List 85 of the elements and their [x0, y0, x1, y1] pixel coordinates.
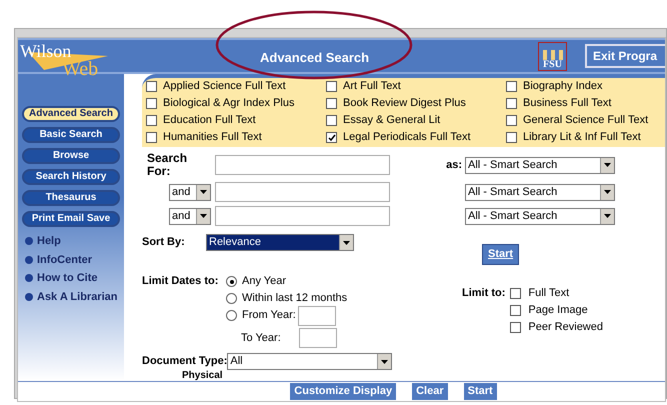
sidebar-link[interactable]: Help — [37, 233, 61, 250]
footer-button[interactable]: Customize Display — [290, 383, 396, 400]
database-label: Business Full Text — [523, 96, 612, 112]
caret-icon — [600, 158, 614, 172]
radio-button[interactable] — [226, 276, 237, 287]
database-label: Biography Index — [523, 79, 602, 94]
footer-button[interactable]: Clear — [412, 383, 448, 400]
document-type-label: Document Type: — [142, 354, 228, 370]
sidebar-button[interactable]: Search History — [22, 169, 120, 185]
checkbox[interactable] — [510, 288, 522, 299]
footer-button[interactable]: Start — [464, 383, 497, 400]
checkbox[interactable] — [146, 115, 157, 126]
checkbox[interactable] — [326, 98, 337, 109]
database-label: Art Full Text — [343, 79, 401, 94]
checkbox[interactable] — [510, 322, 522, 333]
limit-option-label: Page Image — [528, 303, 588, 318]
checkbox[interactable] — [326, 115, 337, 126]
database-label: Education Full Text — [163, 113, 256, 128]
checkbox[interactable] — [146, 81, 157, 92]
database-label: General Science Full Text — [523, 113, 648, 128]
dropdown[interactable]: and — [169, 184, 211, 200]
sidebar-link[interactable]: InfoCenter — [37, 252, 92, 268]
text-field[interactable] — [215, 182, 390, 202]
caret-icon — [339, 235, 353, 250]
sidebar-button[interactable]: Advanced Search — [22, 106, 120, 122]
fsu-badge: FSU — [538, 42, 567, 70]
exit-program-button[interactable]: Exit Progra — [585, 44, 665, 68]
checkmark-icon — [328, 134, 336, 142]
radio-label: Within last 12 months — [242, 291, 348, 306]
radio-label: From Year: — [242, 308, 296, 324]
limit-option-label: Peer Reviewed — [528, 320, 603, 336]
database-label: Essay & General Lit — [343, 113, 440, 128]
sidebar-link[interactable]: Ask A Librarian — [37, 288, 118, 305]
database-label: Applied Science Full Text — [163, 79, 286, 94]
sidebar-link[interactable]: How to Cite — [37, 270, 98, 286]
database-label: Humanities Full Text — [163, 130, 262, 146]
radio-button[interactable] — [226, 293, 237, 304]
text-field[interactable] — [215, 206, 390, 226]
checkbox[interactable] — [146, 98, 157, 109]
text-field[interactable] — [299, 328, 337, 348]
dropdown[interactable]: All - Smart Search — [465, 156, 615, 174]
sidebar-button[interactable]: Thesaurus — [22, 190, 120, 206]
caret-icon — [377, 354, 392, 369]
caret-icon — [196, 208, 210, 224]
physical-label: Physical — [181, 370, 224, 381]
checkbox[interactable] — [506, 98, 517, 109]
limit-to-label: Limit to: — [462, 286, 506, 301]
sort-by-label: Sort By: — [142, 235, 186, 250]
dropdown[interactable]: All — [227, 353, 392, 370]
database-label: Biological & Agr Index Plus — [163, 96, 294, 112]
database-label: Legal Periodicals Full Text — [343, 130, 471, 146]
to-year-label: To Year: — [241, 330, 282, 346]
sidebar-button[interactable]: Basic Search — [22, 127, 120, 143]
checkbox[interactable] — [146, 132, 157, 143]
start-button[interactable]: Start — [482, 244, 520, 265]
checkbox[interactable] — [506, 115, 517, 126]
database-label: Library Lit & Inf Full Text — [523, 130, 641, 146]
checkbox[interactable] — [326, 132, 337, 143]
checkbox[interactable] — [326, 81, 337, 92]
bullet-icon — [25, 292, 33, 301]
checkbox[interactable] — [506, 132, 517, 143]
checkbox[interactable] — [506, 81, 517, 92]
dropdown[interactable]: All - Smart Search — [465, 208, 615, 224]
sidebar-button[interactable]: Browse — [22, 148, 120, 164]
caret-icon — [196, 184, 210, 200]
text-field[interactable] — [298, 306, 336, 326]
sidebar-button[interactable]: Print Email Save — [22, 211, 120, 227]
window-title: Advanced Search — [260, 49, 370, 67]
database-label: Book Review Digest Plus — [343, 96, 466, 112]
caret-icon — [600, 208, 614, 224]
text-field[interactable] — [215, 155, 390, 175]
limit-dates-label: Limit Dates to: — [142, 275, 218, 288]
bullet-icon — [25, 237, 33, 246]
search-for-label: Search For: — [147, 152, 188, 178]
radio-label: Any Year — [242, 274, 286, 290]
as-label: as: — [446, 158, 462, 173]
dropdown[interactable]: Relevance — [206, 234, 354, 251]
caret-icon — [600, 184, 614, 200]
radio-button[interactable] — [226, 310, 237, 321]
bullet-icon — [25, 274, 33, 282]
checkbox[interactable] — [510, 305, 522, 316]
dropdown[interactable]: All - Smart Search — [465, 184, 615, 200]
dropdown[interactable]: and — [169, 208, 211, 224]
limit-option-label: Full Text — [528, 286, 570, 302]
bullet-icon — [25, 256, 33, 264]
